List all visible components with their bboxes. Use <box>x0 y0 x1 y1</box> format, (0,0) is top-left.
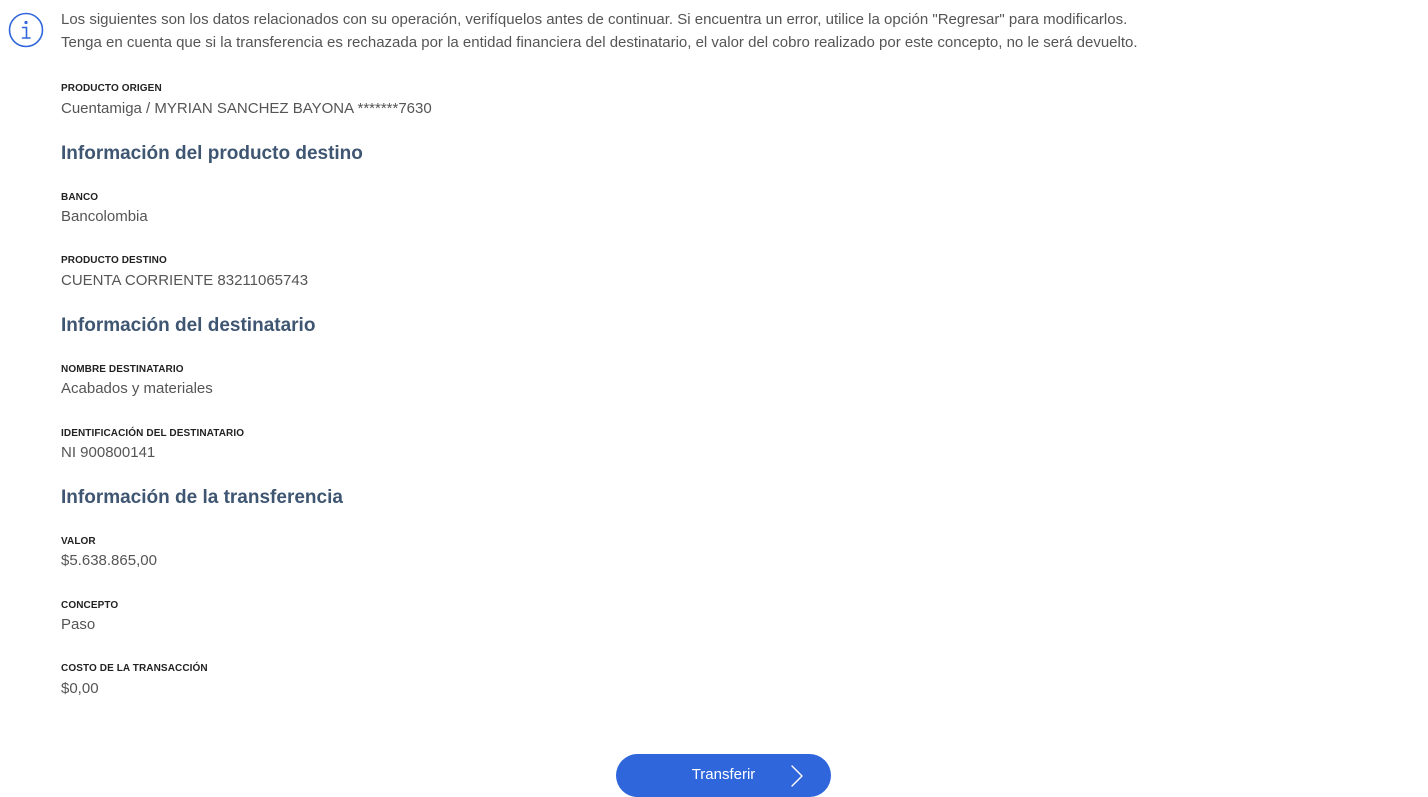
transaction-cost-value: $0,00 <box>61 680 99 697</box>
transaction-cost-label: COSTO DE LA TRANSACCIÓN <box>61 663 208 674</box>
chevron-right-icon <box>791 765 803 787</box>
recipient-section-title: Información del destinatario <box>61 315 316 336</box>
transfer-section-title: Información de la transferencia <box>61 487 343 508</box>
bank-label: BANCO <box>61 192 99 203</box>
recipient-name-value: Acabados y materiales <box>61 380 213 397</box>
destination-section-title: Información del producto destino <box>61 143 363 164</box>
recipient-name-label: NOMBRE DESTINATARIO <box>61 364 184 375</box>
transfer-button[interactable]: Transferir <box>616 754 831 797</box>
destination-product-label: PRODUCTO DESTINO <box>61 255 167 266</box>
concept-label: CONCEPTO <box>61 600 119 611</box>
origin-product-label: PRODUCTO ORIGEN <box>61 83 162 94</box>
concept-value: Paso <box>61 616 96 633</box>
amount-value: $5.638.865,00 <box>61 552 157 569</box>
recipient-id-label: IDENTIFICACIÓN DEL DESTINATARIO <box>61 428 245 439</box>
bank-value: Bancolombia <box>61 208 148 225</box>
origin-product-value: Cuentamiga / MYRIAN SANCHEZ BAYONA *****… <box>61 100 432 117</box>
notice-text: Los siguientes son los datos relacionado… <box>61 8 1138 54</box>
notice-line-1: Los siguientes son los datos relacionado… <box>61 11 1128 28</box>
recipient-id-value: NI 900800141 <box>61 444 156 461</box>
destination-product-value: CUENTA CORRIENTE 83211065743 <box>61 272 309 289</box>
info-icon <box>8 12 44 48</box>
transfer-confirmation-page: Los siguientes son los datos relacionado… <box>0 0 1428 797</box>
notice-line-2: Tenga en cuenta que si la transferencia … <box>61 34 1138 51</box>
amount-label: VALOR <box>61 536 96 547</box>
